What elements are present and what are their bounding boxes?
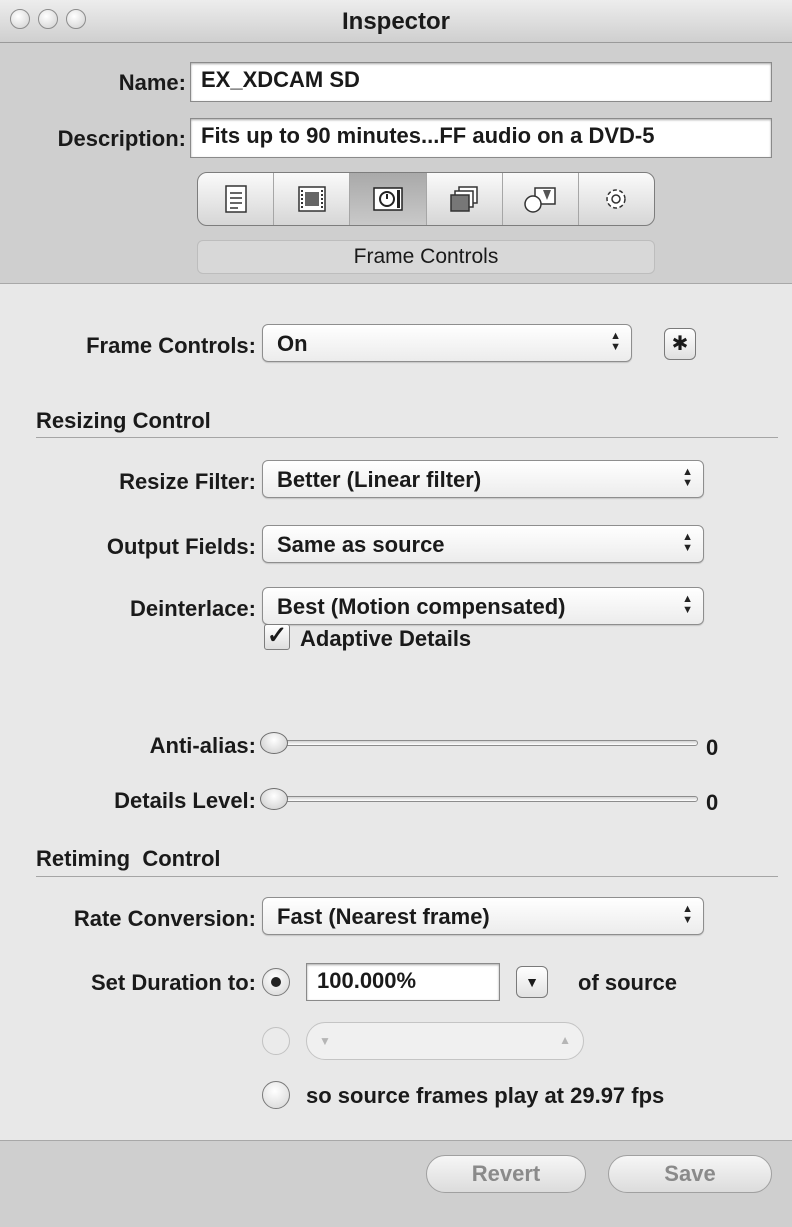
details-level-label: Details Level:: [114, 788, 256, 813]
duration-timecode-combo[interactable]: ▼ ▲: [306, 1022, 584, 1060]
duration-percent-field[interactable]: 100.000%: [306, 963, 500, 1001]
film-strip-icon: [298, 186, 326, 212]
output-fields-value: Same as source: [277, 532, 445, 557]
revert-button[interactable]: Revert: [426, 1155, 586, 1193]
tab-actions[interactable]: [579, 173, 654, 225]
description-field[interactable]: Fits up to 90 minutes...FF audio on a DV…: [190, 118, 772, 158]
adaptive-details-checkbox[interactable]: ✓: [264, 624, 290, 650]
section-divider: [36, 437, 778, 438]
frame-controls-icon: [373, 187, 403, 211]
details-level-slider-knob[interactable]: [260, 788, 288, 810]
tab-filters[interactable]: [427, 173, 503, 225]
summary-icon: [224, 185, 247, 213]
anti-alias-value: 0: [706, 735, 719, 760]
resizing-control-heading: Resizing Control: [36, 408, 211, 433]
selected-panel-label: Frame Controls: [197, 240, 655, 274]
frame-controls-value: On: [277, 331, 308, 356]
source-frames-option-label: so source frames play at 29.97 fps: [306, 1083, 665, 1108]
resize-filter-label: Resize Filter:: [119, 469, 256, 494]
tab-summary[interactable]: [198, 173, 275, 225]
radio-selected-dot: [271, 977, 281, 987]
rate-conversion-value: Fast (Nearest frame): [277, 904, 490, 929]
updown-arrows-icon: ▲ ▼: [682, 466, 693, 489]
checkmark-icon: ✓: [266, 622, 288, 649]
rate-conversion-popup[interactable]: Fast (Nearest frame) ▲ ▼: [262, 897, 704, 935]
window-title: Inspector: [341, 8, 451, 35]
duration-unit-menu-button[interactable]: ▼: [516, 966, 548, 998]
description-label: Description:: [57, 126, 186, 151]
chevron-up-icon: ▲: [559, 1033, 571, 1047]
output-fields-label: Output Fields:: [106, 534, 256, 559]
chevron-down-icon: ▼: [319, 1034, 331, 1048]
set-duration-label: Set Duration to:: [91, 970, 256, 995]
updown-arrows-icon: ▲ ▼: [682, 903, 693, 926]
frame-controls-action-button[interactable]: ✱: [664, 328, 696, 360]
tab-video[interactable]: [274, 173, 351, 225]
anti-alias-slider-knob[interactable]: [260, 732, 288, 754]
name-label: Name:: [118, 70, 186, 95]
updown-arrows-icon: ▲ ▼: [682, 531, 693, 554]
output-fields-popup[interactable]: Same as source ▲ ▼: [262, 525, 704, 563]
anti-alias-label: Anti-alias:: [149, 733, 256, 758]
save-button[interactable]: Save: [608, 1155, 772, 1193]
resize-filter-popup[interactable]: Better (Linear filter) ▲ ▼: [262, 460, 704, 498]
name-field[interactable]: EX_XDCAM SD: [190, 62, 772, 102]
tab-geometry[interactable]: [503, 173, 579, 225]
frame-controls-popup[interactable]: On ▲ ▼: [262, 324, 632, 362]
updown-arrows-icon: ▲ ▼: [682, 593, 693, 616]
duration-source-frames-radio[interactable]: [262, 1081, 290, 1109]
window-titlebar: Inspector: [0, 0, 792, 43]
anti-alias-slider-track[interactable]: [264, 740, 698, 746]
tab-frame-controls[interactable]: [350, 173, 427, 225]
chevron-down-icon: ▼: [525, 974, 539, 990]
updown-arrows-icon: ▲ ▼: [610, 330, 621, 353]
duration-percent-radio[interactable]: [262, 968, 290, 996]
section-divider: [36, 876, 778, 877]
rate-conversion-label: Rate Conversion:: [73, 906, 256, 931]
gear-icon: ✱: [671, 333, 689, 355]
layers-icon: [450, 186, 478, 212]
retiming-control-heading: Retiming Control: [36, 846, 221, 871]
deinterlace-popup[interactable]: Best (Motion compensated) ▲ ▼: [262, 587, 704, 625]
of-source-label: of source: [578, 970, 678, 995]
frame-controls-label: Frame Controls:: [86, 333, 256, 358]
shapes-icon: [524, 187, 557, 213]
panel-tab-bar: [197, 172, 655, 226]
deinterlace-value: Best (Motion compensated): [277, 594, 566, 619]
duration-timecode-radio[interactable]: [262, 1027, 290, 1055]
resize-filter-value: Better (Linear filter): [277, 467, 482, 492]
details-level-value: 0: [706, 790, 719, 815]
deinterlace-label: Deinterlace:: [130, 596, 256, 621]
adaptive-details-label: Adaptive Details: [300, 626, 472, 651]
gear-icon: [606, 189, 627, 209]
details-level-slider-track[interactable]: [264, 796, 698, 802]
